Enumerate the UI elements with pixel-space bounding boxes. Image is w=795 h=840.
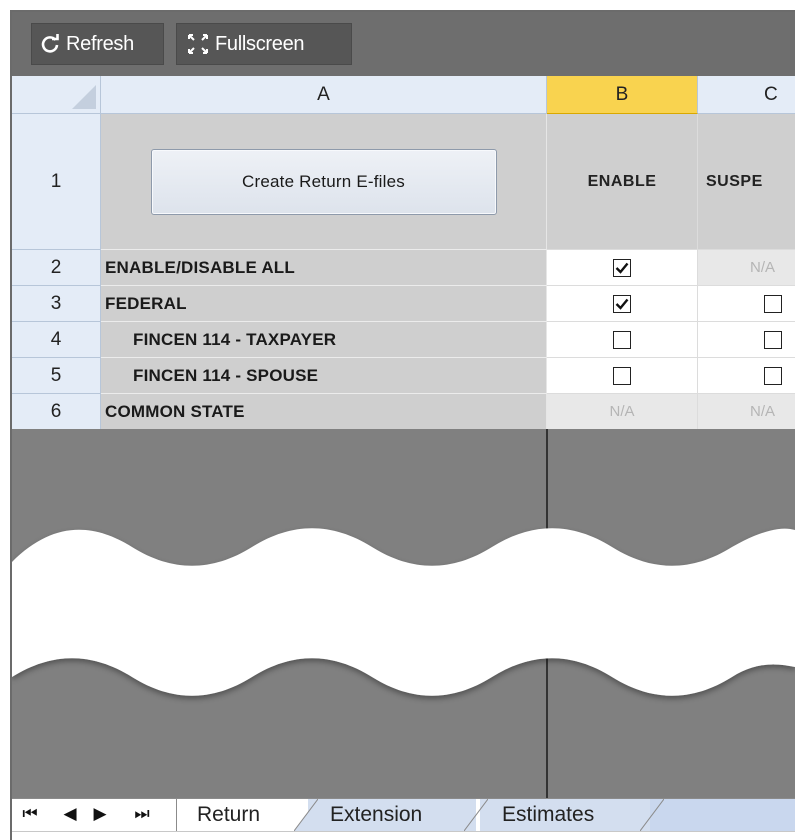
suspend-cell[interactable] <box>698 358 795 394</box>
checkbox-icon[interactable] <box>613 330 631 349</box>
suspend-cell[interactable] <box>698 286 795 322</box>
row-label-cell: FEDERAL <box>101 286 547 322</box>
row-label-cell: FINCEN 114 - SPOUSE <box>101 358 547 394</box>
tab-return[interactable]: Return <box>176 799 294 831</box>
create-return-efiles-button[interactable]: Create Return E-files <box>150 148 497 215</box>
suspend-cell[interactable] <box>698 322 795 358</box>
checkbox-checked-icon[interactable] <box>613 294 631 313</box>
fullscreen-icon <box>188 34 208 54</box>
row-header[interactable]: 1 <box>12 114 101 250</box>
row-header[interactable]: 2 <box>12 250 101 286</box>
column-header-a[interactable]: A <box>101 76 547 114</box>
enable-cell[interactable] <box>547 322 698 358</box>
row-header[interactable]: 5 <box>12 358 101 394</box>
checkbox-checked-icon[interactable] <box>613 258 631 277</box>
next-sheet-icon[interactable]: ▶ <box>90 804 110 824</box>
row-header[interactable]: 6 <box>12 394 101 430</box>
column-header-c[interactable]: C <box>698 76 795 114</box>
column-header-b[interactable]: B <box>547 76 698 114</box>
row-label-cell: FINCEN 114 - TAXPAYER <box>101 322 547 358</box>
tab-estimates[interactable]: Estimates <box>480 799 650 831</box>
prev-sheet-icon[interactable]: ◀ <box>60 804 80 824</box>
row-label-cell: ENABLE/DISABLE ALL <box>101 250 547 286</box>
checkbox-icon[interactable] <box>764 366 782 385</box>
enable-cell[interactable] <box>547 250 698 286</box>
sheet-tab-bar: ⏮ ◀ ▶ ⏭ Extension Estimates Return <box>12 798 795 832</box>
row-header[interactable]: 3 <box>12 286 101 322</box>
row-header[interactable]: 4 <box>12 322 101 358</box>
select-all-corner[interactable] <box>12 76 101 114</box>
spreadsheet-window: Refresh Fullscreen A B C 1 Create Return… <box>10 10 795 840</box>
tab-extension[interactable]: Extension <box>308 799 476 831</box>
refresh-button[interactable]: Refresh <box>31 23 164 65</box>
row-label-cell: COMMON STATE <box>101 394 547 430</box>
checkbox-icon[interactable] <box>613 366 631 385</box>
refresh-icon <box>41 34 59 53</box>
cell-b1[interactable]: ENABLE <box>547 114 698 250</box>
suspend-cell: N/A <box>698 394 795 430</box>
refresh-label: Refresh <box>66 32 134 55</box>
enable-cell: N/A <box>547 394 698 430</box>
enable-cell[interactable] <box>547 358 698 394</box>
fullscreen-button[interactable]: Fullscreen <box>176 23 352 65</box>
torn-edge-graphic <box>12 528 795 696</box>
cell-c1[interactable]: SUSPE <box>698 114 795 250</box>
not-applicable-text: N/A <box>609 403 635 420</box>
not-applicable-text: N/A <box>750 259 776 276</box>
toolbar: Refresh Fullscreen <box>12 12 795 76</box>
last-sheet-icon[interactable]: ⏭ <box>132 804 152 824</box>
checkbox-icon[interactable] <box>764 330 782 349</box>
suspend-cell: N/A <box>698 250 795 286</box>
cell-a1: Create Return E-files <box>101 114 547 250</box>
checkbox-icon[interactable] <box>764 294 782 313</box>
not-applicable-text: N/A <box>750 403 776 420</box>
fullscreen-label: Fullscreen <box>215 32 305 55</box>
first-sheet-icon[interactable]: ⏮ <box>20 804 40 824</box>
enable-cell[interactable] <box>547 286 698 322</box>
